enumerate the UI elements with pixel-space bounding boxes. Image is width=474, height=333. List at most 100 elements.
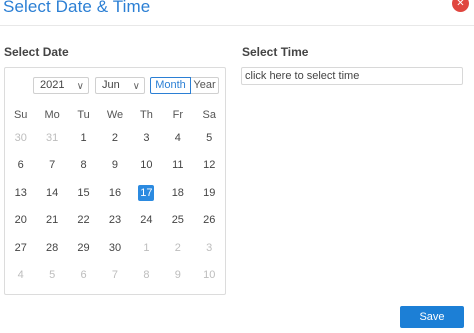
- day-number: 13: [14, 186, 27, 199]
- day-cell[interactable]: 1: [68, 130, 99, 146]
- year-view-button[interactable]: Year: [191, 77, 219, 94]
- time-input[interactable]: click here to select time: [241, 67, 463, 85]
- day-cell[interactable]: 26: [194, 212, 225, 228]
- day-cell[interactable]: 9: [99, 157, 130, 173]
- select-time-label: Select Time: [242, 45, 309, 59]
- day-number: 20: [14, 214, 27, 227]
- day-cell[interactable]: 10: [194, 267, 225, 283]
- day-cell[interactable]: 15: [68, 185, 99, 201]
- weekday-label: We: [106, 109, 124, 121]
- dialog-title: Select Date & Time: [3, 0, 151, 16]
- day-number: 3: [206, 241, 213, 254]
- day-cell[interactable]: 21: [36, 212, 67, 228]
- day-number: 29: [77, 241, 90, 254]
- day-cell[interactable]: 3: [131, 130, 162, 146]
- day-number: 30: [14, 131, 27, 144]
- day-number: 17: [138, 184, 155, 201]
- day-cell[interactable]: 3: [194, 240, 225, 256]
- month-view-button[interactable]: Month: [150, 77, 191, 94]
- day-number: 3: [143, 131, 150, 144]
- chevron-down-icon: ∨: [132, 81, 140, 92]
- day-number: 7: [111, 269, 119, 282]
- day-cell[interactable]: 19: [194, 185, 225, 201]
- weekday-label: Sa: [202, 109, 216, 121]
- day-cell[interactable]: 2: [99, 130, 130, 146]
- day-cell[interactable]: 28: [36, 240, 67, 256]
- day-cell[interactable]: 6: [68, 267, 99, 283]
- day-cell[interactable]: 11: [162, 157, 193, 173]
- day-number: 8: [80, 159, 87, 172]
- day-number: 2: [111, 131, 119, 144]
- year-value: 2021: [40, 79, 65, 91]
- day-cell[interactable]: 1: [131, 240, 162, 256]
- date-picker-calendar: 2021 ∨ Jun ∨ Month Year Su Mo Tu We Th Fr Sa 3…: [4, 67, 226, 295]
- day-cell[interactable]: 6: [5, 157, 36, 173]
- weekday-label: Fr: [172, 109, 184, 121]
- day-cell[interactable]: 12: [194, 157, 225, 173]
- day-cell[interactable]: 29: [68, 240, 99, 256]
- calendar-toolbar: 2021 ∨ Jun ∨ Month Year: [5, 68, 225, 100]
- day-number: 11: [172, 159, 184, 172]
- day-cell[interactable]: 4: [5, 267, 36, 283]
- day-cell[interactable]: 7: [99, 267, 130, 283]
- selected-day-cell[interactable]: 17: [131, 184, 162, 201]
- day-cell[interactable]: 7: [36, 157, 67, 173]
- day-cell[interactable]: 8: [131, 267, 162, 283]
- save-button[interactable]: Save: [400, 306, 464, 328]
- day-number: 9: [174, 269, 181, 282]
- dialog-header: Select Date & Time ✕: [0, 0, 474, 26]
- day-cell[interactable]: 16: [99, 185, 130, 201]
- calendar-grid: Su Mo Tu We Th Fr Sa 30 31 1 2 3 4 5 6 7 8 9 10 11 12 13 14 15…: [5, 106, 225, 289]
- calendar-week-row: 4 5 6 7 8 9 10: [5, 262, 225, 290]
- weekday-label: Tu: [77, 109, 90, 121]
- day-number: 31: [46, 131, 59, 144]
- day-cell[interactable]: 31: [36, 130, 67, 146]
- day-cell[interactable]: 2: [162, 240, 193, 256]
- day-cell[interactable]: 20: [5, 212, 36, 228]
- day-cell[interactable]: 27: [5, 240, 36, 256]
- day-number: 27: [14, 241, 27, 254]
- month-value: Jun: [102, 79, 120, 91]
- select-date-label: Select Date: [4, 45, 69, 59]
- close-icon[interactable]: ✕: [452, 0, 469, 12]
- day-number: 26: [203, 214, 216, 227]
- day-number: 19: [203, 186, 216, 199]
- day-cell[interactable]: 13: [5, 185, 36, 201]
- calendar-week-row: 30 31 1 2 3 4 5: [5, 124, 225, 152]
- day-cell[interactable]: 10: [131, 157, 162, 173]
- year-select[interactable]: 2021 ∨: [33, 77, 89, 94]
- day-number: 15: [77, 186, 90, 199]
- day-number: 4: [174, 131, 181, 144]
- day-number: 6: [17, 159, 24, 172]
- day-cell[interactable]: 9: [162, 267, 193, 283]
- chevron-down-icon: ∨: [76, 81, 84, 92]
- day-number: 10: [203, 269, 216, 282]
- day-number: 23: [108, 214, 122, 227]
- day-cell[interactable]: 14: [36, 185, 67, 201]
- day-number: 9: [111, 159, 119, 172]
- weekday-label: Mo: [44, 109, 60, 121]
- day-cell[interactable]: 25: [162, 212, 193, 228]
- calendar-week-row: 13 14 15 16 17 18 19: [5, 179, 225, 207]
- day-cell[interactable]: 30: [5, 130, 36, 146]
- day-cell[interactable]: 18: [162, 185, 193, 201]
- day-number: 10: [140, 159, 153, 172]
- day-cell[interactable]: 22: [68, 212, 99, 228]
- weekday-header-row: Su Mo Tu We Th Fr Sa: [5, 106, 225, 124]
- day-number: 8: [143, 269, 150, 282]
- day-cell[interactable]: 8: [68, 157, 99, 173]
- day-number: 14: [46, 186, 59, 199]
- day-cell[interactable]: 30: [99, 240, 130, 256]
- day-cell[interactable]: 5: [36, 267, 67, 283]
- day-number: 18: [171, 186, 184, 199]
- day-cell[interactable]: 5: [194, 130, 225, 146]
- day-number: 22: [77, 214, 90, 227]
- day-cell[interactable]: 23: [99, 212, 130, 228]
- day-number: 28: [46, 241, 59, 254]
- day-cell[interactable]: 24: [131, 212, 162, 228]
- day-cell[interactable]: 4: [162, 130, 193, 146]
- day-number: 16: [108, 186, 122, 199]
- day-number: 25: [171, 214, 184, 227]
- day-number: 4: [17, 269, 24, 282]
- month-select[interactable]: Jun ∨: [95, 77, 145, 94]
